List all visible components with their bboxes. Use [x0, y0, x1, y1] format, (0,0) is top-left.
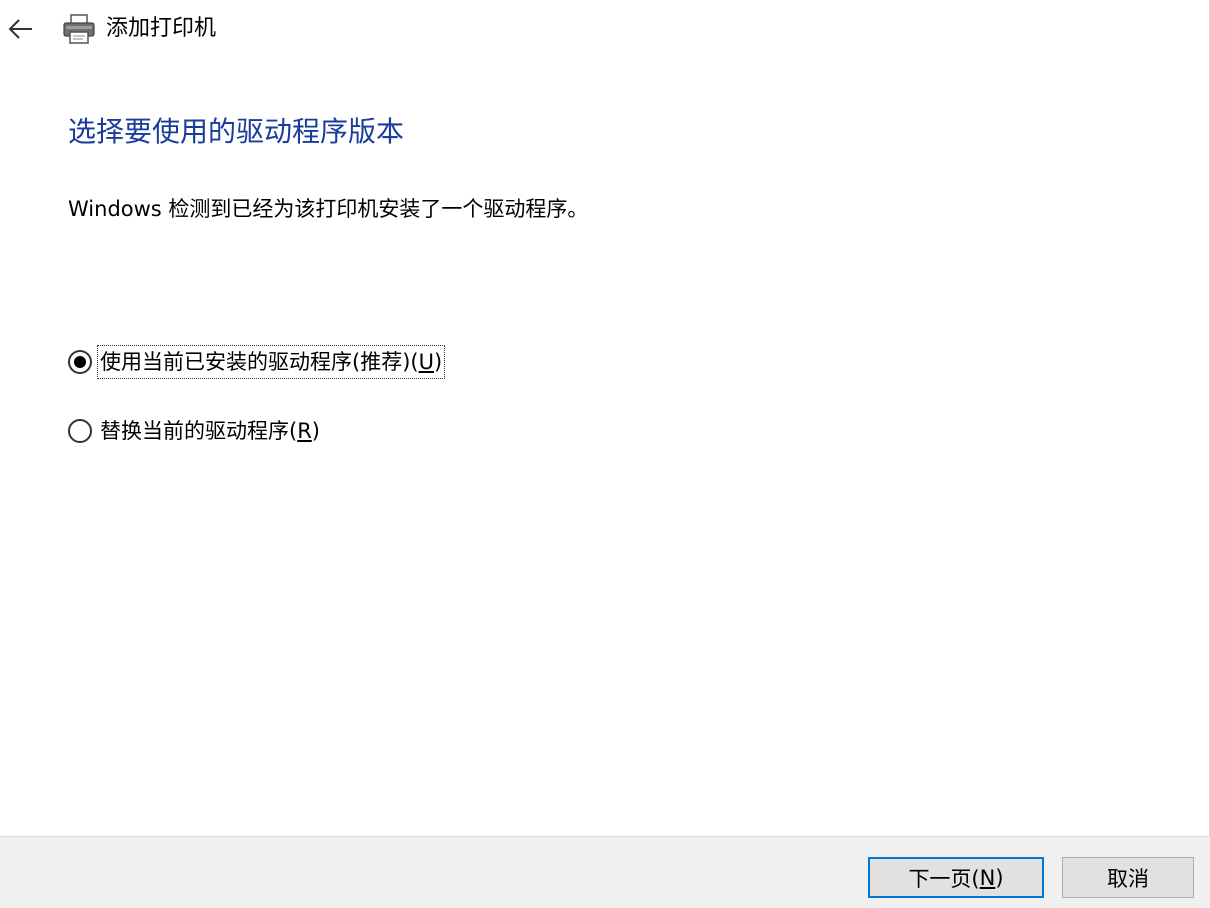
arrow-left-icon — [8, 19, 32, 39]
accelerator-r: R — [297, 419, 312, 443]
use-current-driver-label[interactable]: 使用当前已安装的驱动程序(推荐)(U) — [96, 345, 446, 379]
page-heading: 选择要使用的驱动程序版本 — [68, 115, 405, 148]
radio-selected-dot — [74, 356, 86, 368]
replace-driver-option[interactable]: 替换当前的驱动程序(R) — [68, 415, 322, 447]
title-bar: 添加打印机 — [0, 0, 1210, 58]
back-button[interactable] — [4, 12, 38, 46]
replace-driver-label[interactable]: 替换当前的驱动程序(R) — [98, 415, 322, 447]
dialog-footer: 下一页(N) 取消 — [0, 836, 1210, 908]
next-button[interactable]: 下一页(N) — [868, 857, 1044, 898]
window-title: 添加打印机 — [106, 16, 217, 41]
driver-detected-description: Windows 检测到已经为该打印机安装了一个驱动程序。 — [68, 197, 589, 221]
add-printer-window: 添加打印机 选择要使用的驱动程序版本 Windows 检测到已经为该打印机安装了… — [0, 0, 1210, 908]
printer-icon — [63, 14, 95, 44]
use-current-driver-option[interactable]: 使用当前已安装的驱动程序(推荐)(U) — [68, 345, 446, 379]
cancel-button[interactable]: 取消 — [1062, 857, 1194, 898]
use-current-driver-radio[interactable] — [68, 350, 92, 374]
accelerator-u: U — [418, 350, 434, 374]
replace-driver-radio[interactable] — [68, 419, 92, 443]
accelerator-n: N — [979, 865, 996, 890]
